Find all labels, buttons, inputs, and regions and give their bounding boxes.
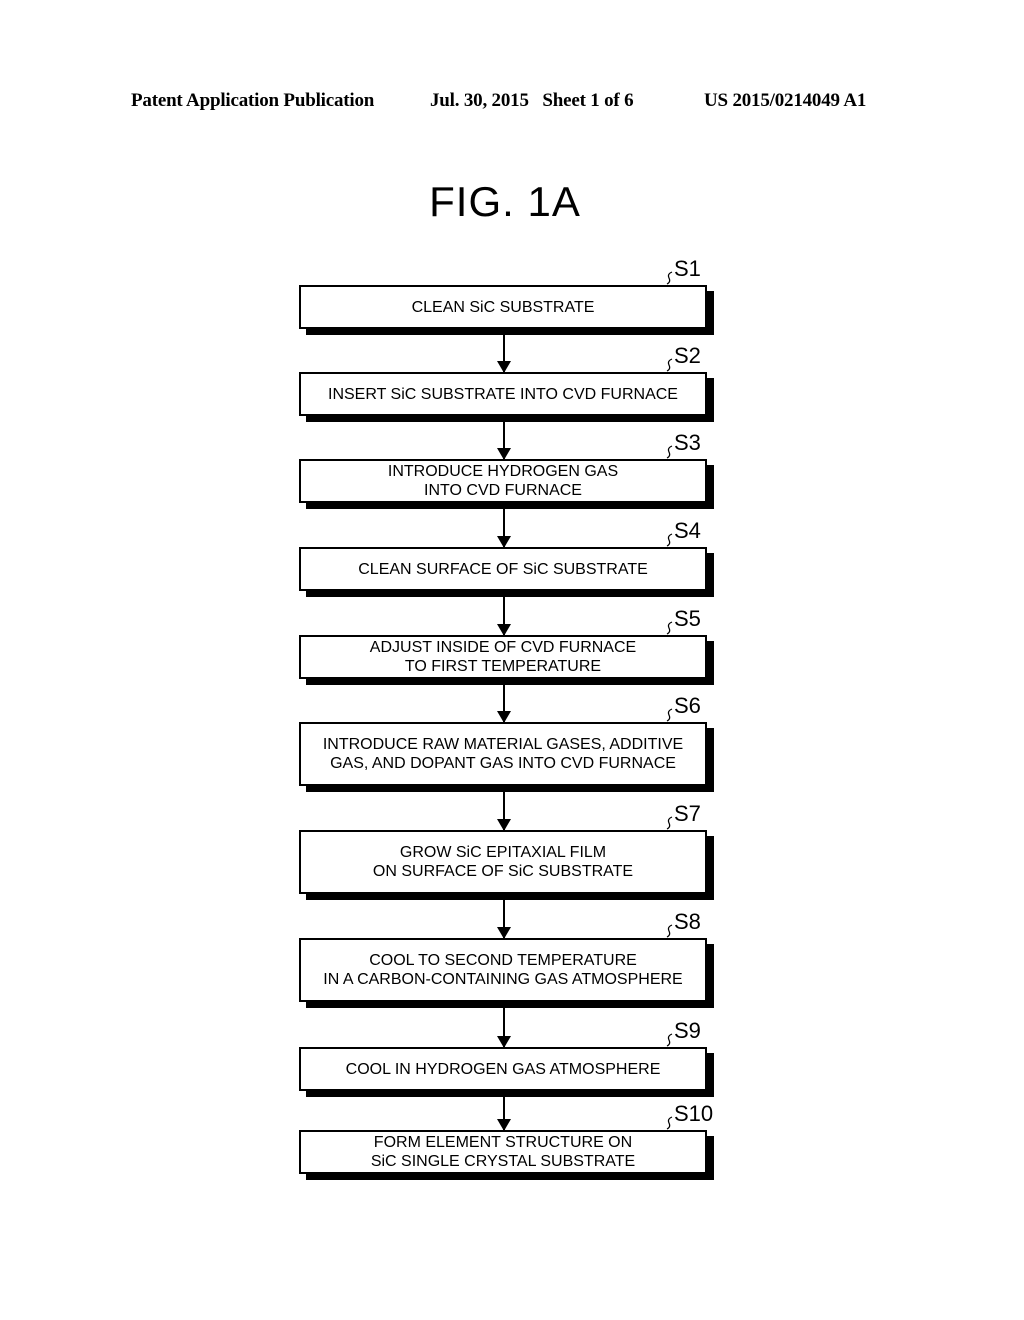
step-box-s4: CLEAN SURFACE OF SiC SUBSTRATE: [299, 547, 707, 591]
flow-arrow: [497, 509, 511, 548]
leader-line-icon: [666, 924, 673, 938]
leader-line-icon: [666, 271, 673, 285]
step-label: S3: [674, 430, 701, 455]
step-label: S7: [674, 801, 701, 826]
step-text: INTRODUCE RAW MATERIAL GASES, ADDITIVE G…: [322, 736, 684, 772]
step-box-s8: COOL TO SECOND TEMPERATURE IN A CARBON-C…: [299, 938, 707, 1002]
step-text: INTRODUCE HYDROGEN GAS INTO CVD FURNACE: [387, 463, 619, 499]
step-text: ADJUST INSIDE OF CVD FURNACE TO FIRST TE…: [369, 639, 637, 675]
step-text: GROW SiC EPITAXIAL FILM ON SURFACE OF Si…: [372, 844, 634, 880]
flow-arrow: [497, 335, 511, 373]
step-label: S4: [674, 518, 701, 543]
publication-date-sheet: Jul. 30, 2015 Sheet 1 of 6: [430, 90, 634, 111]
leader-line-icon: [666, 816, 673, 830]
step-box-s5: ADJUST INSIDE OF CVD FURNACE TO FIRST TE…: [299, 635, 707, 679]
step-text: CLEAN SiC SUBSTRATE: [411, 298, 595, 316]
step-text: COOL IN HYDROGEN GAS ATMOSPHERE: [345, 1060, 661, 1078]
step-box-s1: CLEAN SiC SUBSTRATE: [299, 285, 707, 329]
step-box-s10: FORM ELEMENT STRUCTURE ON SiC SINGLE CRY…: [299, 1130, 707, 1174]
step-label: S10: [674, 1101, 714, 1126]
flow-arrow: [497, 597, 511, 636]
step-label: S6: [674, 693, 701, 718]
step-label: S1: [674, 256, 701, 281]
leader-line-icon: [666, 1033, 673, 1047]
step-label: S2: [674, 343, 701, 368]
step-text: INSERT SiC SUBSTRATE INTO CVD FURNACE: [328, 385, 678, 403]
leader-line-icon: [666, 621, 673, 635]
flow-arrow: [497, 1008, 511, 1048]
step-label: S5: [674, 606, 701, 631]
step-box-s3: INTRODUCE HYDROGEN GAS INTO CVD FURNACE: [299, 459, 707, 503]
step-text: FORM ELEMENT STRUCTURE ON SiC SINGLE CRY…: [370, 1134, 636, 1170]
leader-line-icon: [666, 708, 673, 722]
step-box-s9: COOL IN HYDROGEN GAS ATMOSPHERE: [299, 1047, 707, 1091]
leader-line-icon: [666, 445, 673, 459]
flow-arrow: [497, 900, 511, 939]
flow-arrow: [497, 685, 511, 723]
publication-number: US 2015/0214049 A1: [704, 90, 867, 111]
leader-line-icon: [666, 1116, 673, 1130]
step-box-s6: INTRODUCE RAW MATERIAL GASES, ADDITIVE G…: [299, 722, 707, 786]
step-label: S9: [674, 1018, 701, 1043]
flow-arrow: [497, 1097, 511, 1131]
leader-line-icon: [666, 358, 673, 372]
step-box-s2: INSERT SiC SUBSTRATE INTO CVD FURNACE: [299, 372, 707, 416]
step-box-s7: GROW SiC EPITAXIAL FILM ON SURFACE OF Si…: [299, 830, 707, 894]
figure-title: FIG. 1A: [429, 178, 581, 225]
publication-type: Patent Application Publication: [131, 90, 375, 111]
flow-arrow: [497, 792, 511, 831]
flow-arrow: [497, 422, 511, 460]
leader-line-icon: [666, 533, 673, 547]
step-text: COOL TO SECOND TEMPERATURE IN A CARBON-C…: [323, 952, 683, 988]
step-label: S8: [674, 909, 701, 934]
step-text: CLEAN SURFACE OF SiC SUBSTRATE: [358, 560, 648, 578]
